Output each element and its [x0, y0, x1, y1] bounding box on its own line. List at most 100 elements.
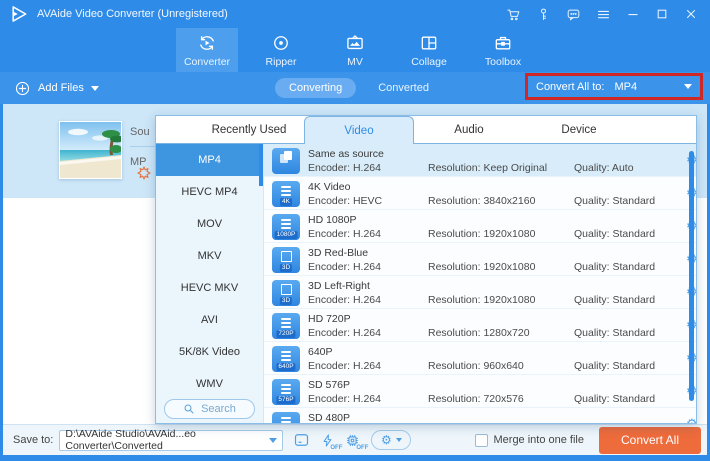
format-quality: Quality: Standard	[574, 327, 686, 339]
format-row[interactable]: Same as source Encoder: H.264 Resolution…	[264, 144, 696, 177]
format-type-icon: 3D	[272, 280, 300, 306]
format-type-icon: 4K	[272, 181, 300, 207]
format-encoder: Encoder: H.264	[308, 294, 428, 306]
convert-all-button[interactable]: Convert All	[599, 427, 701, 454]
film-reel-glyph	[280, 184, 292, 196]
save-to-label: Save to:	[13, 434, 53, 446]
key-icon[interactable]	[536, 7, 551, 22]
format-title: Same as source	[308, 149, 428, 160]
save-path-dropdown[interactable]: D:\AVAide Studio\AVAid...eo Converter\Co…	[59, 430, 283, 451]
feedback-icon[interactable]	[566, 7, 581, 22]
format-resolution: Resolution: Keep Original	[428, 162, 574, 174]
nav-tab-label: Ripper	[266, 56, 297, 68]
film-reel-glyph	[280, 382, 292, 394]
nav-tab-mv[interactable]: MV	[324, 28, 386, 72]
nav-tab-label: Toolbox	[485, 56, 521, 68]
nav-tab-label: MV	[347, 56, 363, 68]
format-row[interactable]: 3D 3D Red-Blue Encoder: H.264 Resolution…	[264, 243, 696, 276]
sidebar-item-mov[interactable]: MOV	[156, 208, 263, 240]
format-badge: 1080P	[275, 231, 298, 239]
tab-video[interactable]: Video	[304, 116, 414, 144]
edit-effect-star-icon[interactable]	[136, 165, 152, 181]
tab-recently-used[interactable]: Recently Used	[194, 116, 304, 143]
video-thumbnail	[59, 121, 122, 179]
format-row[interactable]: 720P HD 720P Encoder: H.264 Resolution: …	[264, 309, 696, 342]
format-row[interactable]: 1080P HD 1080P Encoder: H.264 Resolution…	[264, 210, 696, 243]
format-quality: Quality: Standard	[574, 228, 686, 240]
chevron-down-icon	[269, 438, 277, 443]
format-encoder: Encoder: H.264	[308, 228, 428, 240]
format-row[interactable]: 4K 4K Video Encoder: HEVC Resolution: 38…	[264, 177, 696, 210]
add-files-button[interactable]: Add Files	[14, 80, 99, 97]
cube-3d-glyph	[280, 283, 292, 295]
film-reel-glyph	[280, 415, 292, 424]
sidebar-item-5k8k-video[interactable]: 5K/8K Video	[156, 336, 263, 368]
format-search-input[interactable]: Search	[164, 399, 255, 419]
tab-device[interactable]: Device	[524, 116, 634, 143]
toolbar: Add Files Converting Converted Convert A…	[0, 72, 710, 104]
row-settings-gear-icon[interactable]: ⚙	[686, 417, 696, 423]
sidebar-item-hevc-mkv[interactable]: HEVC MKV	[156, 272, 263, 304]
format-row[interactable]: 3D 3D Left-Right Encoder: H.264 Resoluti…	[264, 276, 696, 309]
plus-circle-icon	[14, 80, 31, 97]
format-resolution: Resolution: 720x576	[428, 393, 574, 405]
menu-icon[interactable]	[596, 7, 611, 22]
main-nav: Converter Ripper MV Collage Toolbox	[0, 28, 710, 72]
close-icon[interactable]	[684, 7, 698, 21]
format-row[interactable]: 576P SD 576P Encoder: H.264 Resolution: …	[264, 375, 696, 408]
sidebar-item-avi[interactable]: AVI	[156, 304, 263, 336]
format-row[interactable]: 480P SD 480P ⚙	[264, 408, 696, 423]
sidebar-item-wmv[interactable]: WMV	[156, 368, 263, 400]
app-title: AVAide Video Converter (Unregistered)	[37, 8, 228, 20]
nav-tab-collage[interactable]: Collage	[398, 28, 460, 72]
sidebar-scrollbar[interactable]	[259, 144, 263, 186]
title-bar: AVAide Video Converter (Unregistered)	[0, 0, 710, 28]
sidebar-item-mp4[interactable]: MP4	[156, 144, 263, 176]
format-encoder: Encoder: H.264	[308, 327, 428, 339]
tab-converted[interactable]: Converted	[372, 78, 435, 98]
format-row[interactable]: 640P 640P Encoder: H.264 Resolution: 960…	[264, 342, 696, 375]
folder-icon	[292, 431, 311, 449]
search-placeholder: Search	[201, 403, 236, 415]
chevron-down-icon	[91, 86, 99, 91]
open-folder-button[interactable]	[292, 431, 311, 449]
search-icon	[183, 403, 195, 415]
format-type-icon: 640P	[272, 346, 300, 372]
nav-tab-toolbox[interactable]: Toolbox	[472, 28, 534, 72]
sidebar-item-mkv[interactable]: MKV	[156, 240, 263, 272]
tab-audio[interactable]: Audio	[414, 116, 524, 143]
convert-all-to-label: Convert All to:	[536, 81, 604, 93]
convert-all-to-dropdown[interactable]: Convert All to: MP4	[528, 81, 700, 93]
format-quality: Quality: Standard	[574, 261, 686, 273]
converter-icon	[197, 33, 217, 53]
hardware-acceleration-toggle[interactable]: OFF	[320, 432, 335, 449]
tab-converting[interactable]: Converting	[275, 78, 356, 98]
format-title: 4K Video	[308, 182, 428, 193]
format-quality: Quality: Standard	[574, 360, 686, 372]
list-scrollbar[interactable]	[689, 151, 694, 401]
merge-label: Merge into one file	[494, 434, 585, 446]
format-title: 640P	[308, 347, 428, 358]
format-resolution: Resolution: 1920x1080	[428, 228, 574, 240]
settings-dropdown[interactable]: ⚙	[371, 430, 411, 450]
format-type-icon: 576P	[272, 379, 300, 405]
nav-tab-ripper[interactable]: Ripper	[250, 28, 312, 72]
nav-tab-converter[interactable]: Converter	[176, 28, 238, 72]
format-quality: Quality: Standard	[574, 195, 686, 207]
format-title: 3D Red-Blue	[308, 248, 428, 259]
off-badge: OFF	[330, 445, 342, 451]
format-type-icon: 1080P	[272, 214, 300, 240]
gpu-acceleration-toggle[interactable]: OFF	[344, 432, 361, 449]
merge-checkbox[interactable]	[475, 434, 488, 447]
format-title: SD 576P	[308, 380, 428, 391]
format-encoder: Encoder: HEVC	[308, 195, 428, 207]
format-encoder: Encoder: H.264	[308, 162, 428, 174]
maximize-icon[interactable]	[655, 7, 669, 21]
merge-into-one-file-option[interactable]: Merge into one file	[475, 434, 585, 447]
format-resolution: Resolution: 960x640	[428, 360, 574, 372]
format-resolution: Resolution: 3840x2160	[428, 195, 574, 207]
minimize-icon[interactable]	[626, 7, 640, 21]
sidebar-item-hevc-mp4[interactable]: HEVC MP4	[156, 176, 263, 208]
format-resolution: Resolution: 1280x720	[428, 327, 574, 339]
cart-icon[interactable]	[506, 7, 521, 22]
